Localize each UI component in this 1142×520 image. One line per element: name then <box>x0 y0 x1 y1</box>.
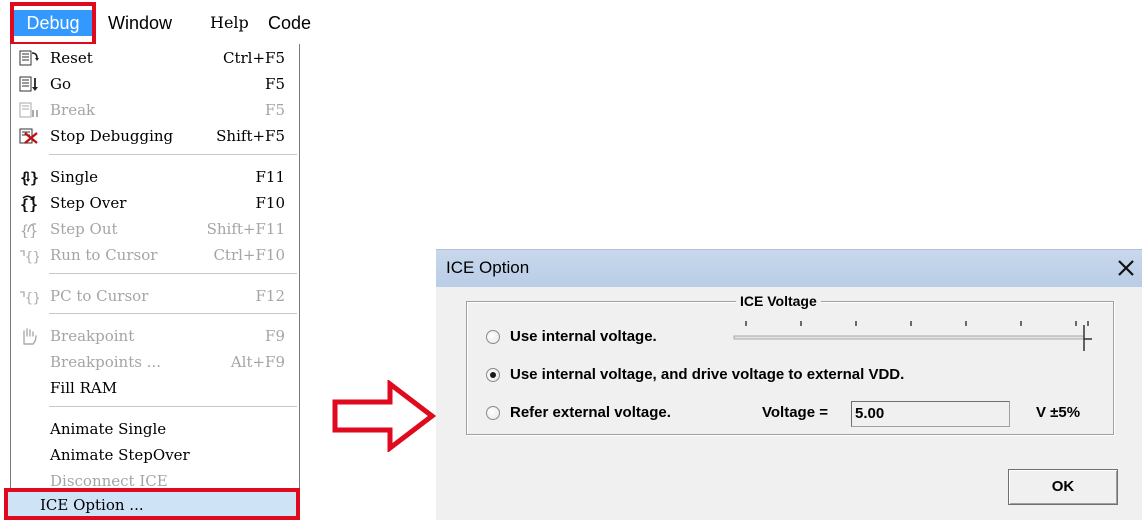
step-out-icon: {} <box>20 222 38 238</box>
step-over-label: Step Over <box>50 194 127 212</box>
voltage-label: Voltage = <box>762 404 828 421</box>
menu-window[interactable]: Window <box>108 10 172 36</box>
menu-help[interactable]: Help <box>210 10 249 36</box>
step-over-shortcut: F10 <box>255 194 286 212</box>
menu-item-step-out: {} Step Out Shift+F11 <box>11 216 299 242</box>
svg-text:}: } <box>30 169 39 186</box>
stop-debugging-shortcut: Shift+F5 <box>216 127 285 145</box>
hand-icon <box>23 328 37 345</box>
menu-item-breakpoints: Breakpoints ... Alt+F9 <box>11 349 299 375</box>
debug-dropdown-menu: Reset Ctrl+F5 Go F5 Break F5 Stop Debugg… <box>10 44 300 520</box>
pc-to-cursor-shortcut: F12 <box>255 287 286 305</box>
breakpoint-label: Breakpoint <box>50 327 135 345</box>
svg-text:{}: {} <box>20 196 38 212</box>
step-over-icon: {} <box>20 195 38 212</box>
break-label: Break <box>50 101 96 119</box>
ice-option-highlight-box <box>4 488 300 520</box>
animate-stepover-label: Animate StepOver <box>50 446 190 464</box>
radio-internal-voltage-label: Use internal voltage. <box>510 328 657 345</box>
radio-button[interactable] <box>486 406 500 420</box>
menu-item-animate-stepover[interactable]: Animate StepOver <box>11 442 299 468</box>
step-out-label: Step Out <box>50 220 118 238</box>
menu-separator <box>49 154 297 155</box>
breakpoints-label: Breakpoints ... <box>50 353 161 371</box>
stop-debugging-icon <box>19 128 38 144</box>
pc-to-cursor-label: PC to Cursor <box>50 287 149 305</box>
menu-item-run-to-cursor: {} Run to Cursor Ctrl+F10 <box>11 242 299 268</box>
go-label: Go <box>50 75 72 93</box>
ice-option-dialog: ICE Option ICE Voltage Use internal volt… <box>436 249 1142 520</box>
radio-button[interactable] <box>486 330 500 344</box>
pc-to-cursor-icon: {} <box>20 291 39 305</box>
menu-code[interactable]: Code <box>268 10 311 36</box>
single-step-icon: { } <box>20 169 39 186</box>
menu-item-go[interactable]: Go F5 <box>11 71 299 97</box>
run-to-cursor-shortcut: Ctrl+F10 <box>213 246 285 264</box>
arrow-right-icon <box>332 380 436 452</box>
voltage-unit: V ±5% <box>1036 404 1081 421</box>
break-shortcut: F5 <box>265 101 285 119</box>
dialog-titlebar[interactable]: ICE Option <box>436 249 1142 287</box>
svg-text:{}: {} <box>25 250 39 264</box>
debug-highlight-box <box>10 2 96 46</box>
radio-external-voltage-label: Refer external voltage. <box>510 404 671 421</box>
menu-separator <box>49 313 297 314</box>
close-icon[interactable] <box>1112 254 1140 282</box>
radio-internal-drive-vdd-label: Use internal voltage, and drive voltage … <box>510 366 905 383</box>
svg-text:{}: {} <box>25 291 39 305</box>
menu-item-fill-ram[interactable]: Fill RAM <box>11 375 299 401</box>
menu-separator <box>49 273 297 274</box>
voltage-slider[interactable] <box>732 317 1106 357</box>
run-to-cursor-label: Run to Cursor <box>50 246 158 264</box>
voltage-field[interactable]: 5.00 <box>851 401 1010 427</box>
menu-item-reset[interactable]: Reset Ctrl+F5 <box>11 45 299 71</box>
single-label: Single <box>50 168 99 186</box>
ice-voltage-group-title: ICE Voltage <box>736 293 821 309</box>
stop-debugging-label: Stop Debugging <box>50 127 174 145</box>
reset-label: Reset <box>50 49 93 67</box>
breakpoints-shortcut: Alt+F9 <box>230 353 285 371</box>
menu-item-pc-to-cursor: {} PC to Cursor F12 <box>11 283 299 309</box>
fill-ram-label: Fill RAM <box>50 379 118 397</box>
ok-button[interactable]: OK <box>1008 469 1118 505</box>
menu-separator <box>49 406 297 407</box>
single-shortcut: F11 <box>255 168 286 186</box>
radio-button-selected[interactable] <box>486 368 500 382</box>
breakpoint-shortcut: F9 <box>265 327 285 345</box>
run-to-cursor-icon: {} <box>20 250 39 264</box>
menu-item-breakpoint: Breakpoint F9 <box>11 323 299 349</box>
menu-item-animate-single[interactable]: Animate Single <box>11 416 299 442</box>
step-out-shortcut: Shift+F11 <box>206 220 285 238</box>
reset-icon <box>19 50 39 66</box>
menu-item-break: Break F5 <box>11 97 299 123</box>
go-shortcut: F5 <box>265 75 285 93</box>
menu-item-step-over[interactable]: {} Step Over F10 <box>11 190 299 216</box>
reset-shortcut: Ctrl+F5 <box>223 49 285 67</box>
dialog-title: ICE Option <box>446 258 530 277</box>
animate-single-label: Animate Single <box>50 420 167 438</box>
menu-item-single[interactable]: { } Single F11 <box>11 164 299 190</box>
break-icon <box>19 102 38 118</box>
go-icon <box>19 76 38 92</box>
menu-item-stop-debugging[interactable]: Stop Debugging Shift+F5 <box>11 123 299 149</box>
